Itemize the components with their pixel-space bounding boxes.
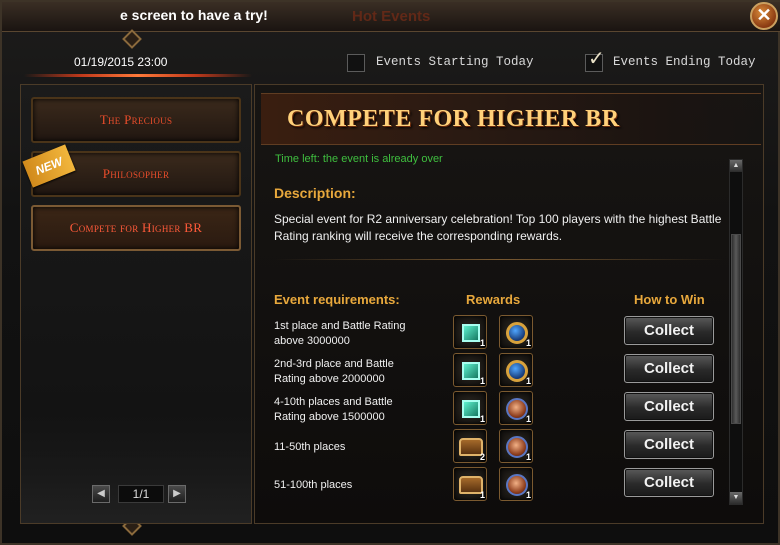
reward-row: 11-50th places 2 1 Collect <box>263 429 739 468</box>
close-icon[interactable]: ✕ <box>750 2 778 30</box>
prev-page-button[interactable]: ◀ <box>92 485 110 503</box>
server-datetime: 01/19/2015 23:00 <box>74 55 168 69</box>
collect-button[interactable]: Collect <box>624 468 714 497</box>
medal-icon[interactable]: 1 <box>499 315 533 349</box>
starting-today-label: Events Starting Today <box>376 55 534 69</box>
scroll-thumb[interactable] <box>731 234 741 424</box>
requirement-text: 51-100th places <box>274 479 353 491</box>
collect-button[interactable]: Collect <box>624 316 714 345</box>
event-content: Time left: the event is already over Des… <box>263 149 739 519</box>
gem-icon[interactable]: 1 <box>453 391 487 425</box>
orb-icon[interactable]: 1 <box>499 429 533 463</box>
collect-button[interactable]: Collect <box>624 354 714 383</box>
ticker-message: e screen to have a try! <box>120 7 268 23</box>
description-text: Special event for R2 anniversary celebra… <box>274 212 722 243</box>
ending-today-label: Events Ending Today <box>613 55 756 69</box>
requirements-header: Event requirements: <box>274 292 400 307</box>
requirement-text: 11-50th places <box>274 441 346 453</box>
event-tab-the-precious[interactable]: The Precious <box>31 97 241 143</box>
rewards-header: Rewards <box>466 292 521 307</box>
collect-button[interactable]: Collect <box>624 392 714 421</box>
event-tab-compete-for-higher-br[interactable]: Compete for Higher BR <box>31 205 241 251</box>
ornament-icon <box>122 29 142 49</box>
page-indicator: 1/1 <box>118 485 164 503</box>
collect-button[interactable]: Collect <box>624 430 714 459</box>
event-tab-label: Compete for Higher BR <box>69 220 203 235</box>
event-tab-label: Philosopher <box>102 166 170 181</box>
hot-events-window: e screen to have a try! Hot Events ✕ 01/… <box>0 0 780 545</box>
next-page-button[interactable]: ▶ <box>168 485 186 503</box>
orb-icon[interactable]: 1 <box>499 391 533 425</box>
window-title: Hot Events <box>352 8 431 25</box>
event-banner: COMPETE FOR HIGHER BR <box>261 93 761 145</box>
decorative-background <box>21 413 251 523</box>
chest-icon[interactable]: 1 <box>453 467 487 501</box>
reward-row: 4-10th places and Battle Rating above 15… <box>263 391 739 430</box>
chest-icon[interactable]: 2 <box>453 429 487 463</box>
requirement-text: 2nd-3rd place and Battle Rating above 20… <box>274 358 394 385</box>
medal-icon[interactable]: 1 <box>499 353 533 387</box>
event-title: COMPETE FOR HIGHER BR <box>287 106 620 132</box>
divider <box>274 259 726 260</box>
gem-icon[interactable]: 1 <box>453 315 487 349</box>
requirement-text: 1st place and Battle Rating above 300000… <box>274 320 406 347</box>
scroll-down-button[interactable]: ▼ <box>730 492 742 504</box>
divider <box>24 74 252 77</box>
starting-today-checkbox[interactable] <box>347 54 365 72</box>
description-heading: Description: <box>274 185 356 201</box>
event-tab-label: The Precious <box>99 112 173 127</box>
title-bar: e screen to have a try! Hot Events <box>2 2 780 32</box>
reward-row: 2nd-3rd place and Battle Rating above 20… <box>263 353 739 392</box>
orb-icon[interactable]: 1 <box>499 467 533 501</box>
scrollbar[interactable]: ▲ ▼ <box>729 159 743 505</box>
how-to-win-header: How to Win <box>634 292 705 307</box>
event-detail-panel: COMPETE FOR HIGHER BR Time left: the eve… <box>254 84 764 524</box>
reward-row: 51-100th places 1 1 Collect <box>263 467 739 506</box>
time-left: Time left: the event is already over <box>275 153 443 165</box>
checkmark-icon: ✓ <box>588 48 605 70</box>
ending-today-checkbox[interactable]: ✓ <box>585 49 605 72</box>
scroll-up-button[interactable]: ▲ <box>730 160 742 172</box>
requirement-text: 4-10th places and Battle Rating above 15… <box>274 396 393 423</box>
gem-icon[interactable]: 1 <box>453 353 487 387</box>
reward-row: 1st place and Battle Rating above 300000… <box>263 315 739 354</box>
